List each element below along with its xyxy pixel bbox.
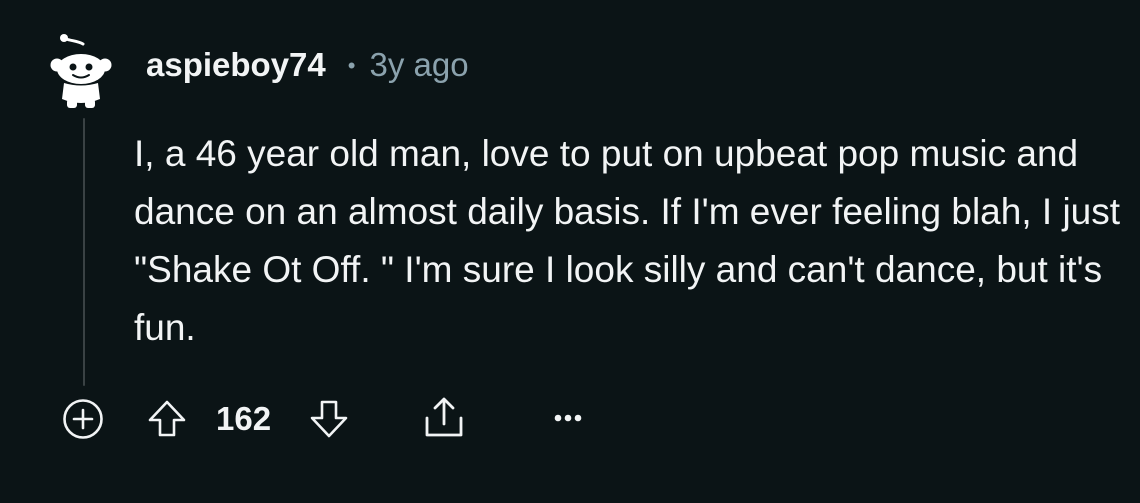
comment-actions: 162 xyxy=(0,390,1140,446)
vote-score: 162 xyxy=(216,400,272,437)
arrow-up-icon[interactable] xyxy=(146,398,188,440)
timestamp[interactable]: 3y ago xyxy=(369,46,468,84)
comment-body: I, a 46 year old man, love to put on upb… xyxy=(134,133,1121,348)
comment-meta: aspieboy74 • 3y ago xyxy=(146,43,469,87)
plus-circle-icon[interactable] xyxy=(62,398,104,440)
avatar[interactable] xyxy=(50,27,112,109)
snoo-avatar-icon xyxy=(50,34,112,108)
more-dots-icon[interactable] xyxy=(553,412,583,424)
arrow-down-icon[interactable] xyxy=(308,396,350,440)
username[interactable]: aspieboy74 xyxy=(146,46,326,84)
thread-line[interactable] xyxy=(83,118,85,386)
comment: aspieboy74 • 3y ago I, a 46 year old man… xyxy=(0,0,1140,503)
meta-separator: • xyxy=(347,53,356,78)
share-icon[interactable] xyxy=(421,394,467,440)
